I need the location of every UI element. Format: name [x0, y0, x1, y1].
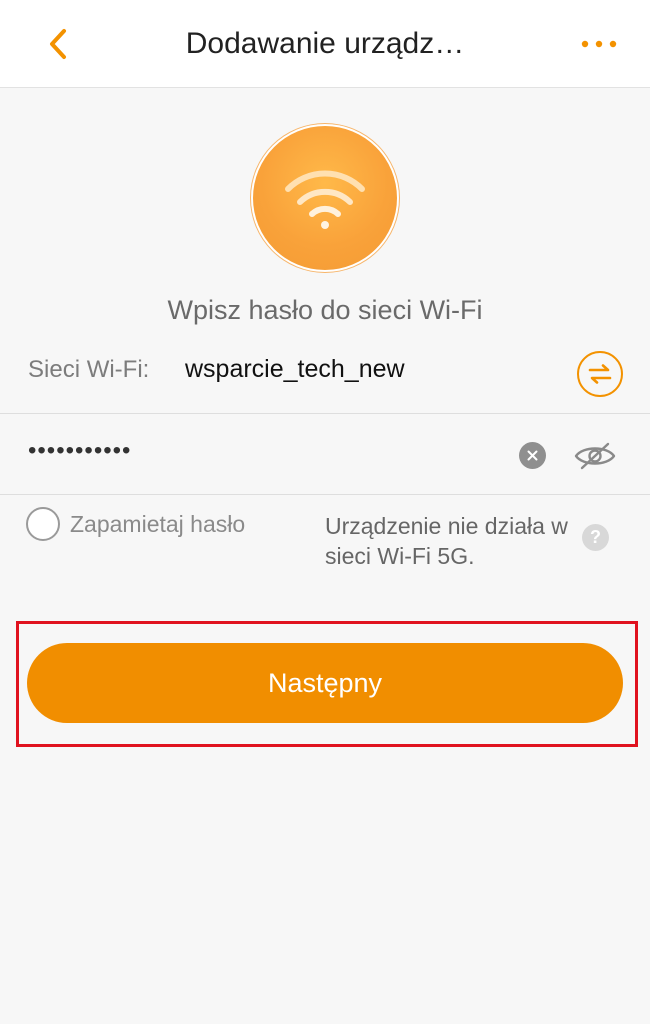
remember-password-radio[interactable] — [26, 507, 60, 541]
swap-arrows-icon — [588, 364, 612, 384]
switch-network-button[interactable] — [577, 351, 623, 397]
eye-off-icon — [574, 442, 616, 470]
next-button[interactable]: Następny — [27, 643, 623, 723]
toggle-visibility-button[interactable] — [572, 437, 618, 475]
wifi-password-prompt: Wpisz hasło do sieci Wi-Fi — [167, 295, 483, 325]
remember-password-label: Zapamietaj hasło — [70, 510, 246, 537]
password-field[interactable]: ••••••••••• — [0, 415, 650, 495]
wifi-hero-badge — [251, 124, 399, 272]
clear-password-button[interactable] — [519, 442, 546, 469]
chevron-left-icon — [50, 29, 66, 59]
network-name: wsparcie_tech_new — [185, 355, 405, 383]
clear-icon — [527, 450, 538, 461]
app-header: Dodawanie urządz… — [0, 0, 650, 88]
more-button[interactable] — [574, 28, 624, 60]
5g-warning-note: Urządzenie nie działa w sieci Wi-Fi 5G. — [325, 513, 568, 569]
back-button[interactable] — [36, 22, 80, 66]
more-dots-icon — [581, 40, 617, 48]
remember-password-option[interactable]: Zapamietaj hasło — [26, 507, 245, 541]
page-title: Dodawanie urządz… — [185, 27, 465, 60]
password-input[interactable]: ••••••••••• — [28, 437, 131, 465]
help-button[interactable]: ? — [582, 524, 609, 551]
divider — [0, 494, 650, 495]
wifi-icon — [285, 170, 365, 229]
network-label: Sieci Wi-Fi: — [28, 356, 150, 383]
divider — [0, 413, 650, 414]
